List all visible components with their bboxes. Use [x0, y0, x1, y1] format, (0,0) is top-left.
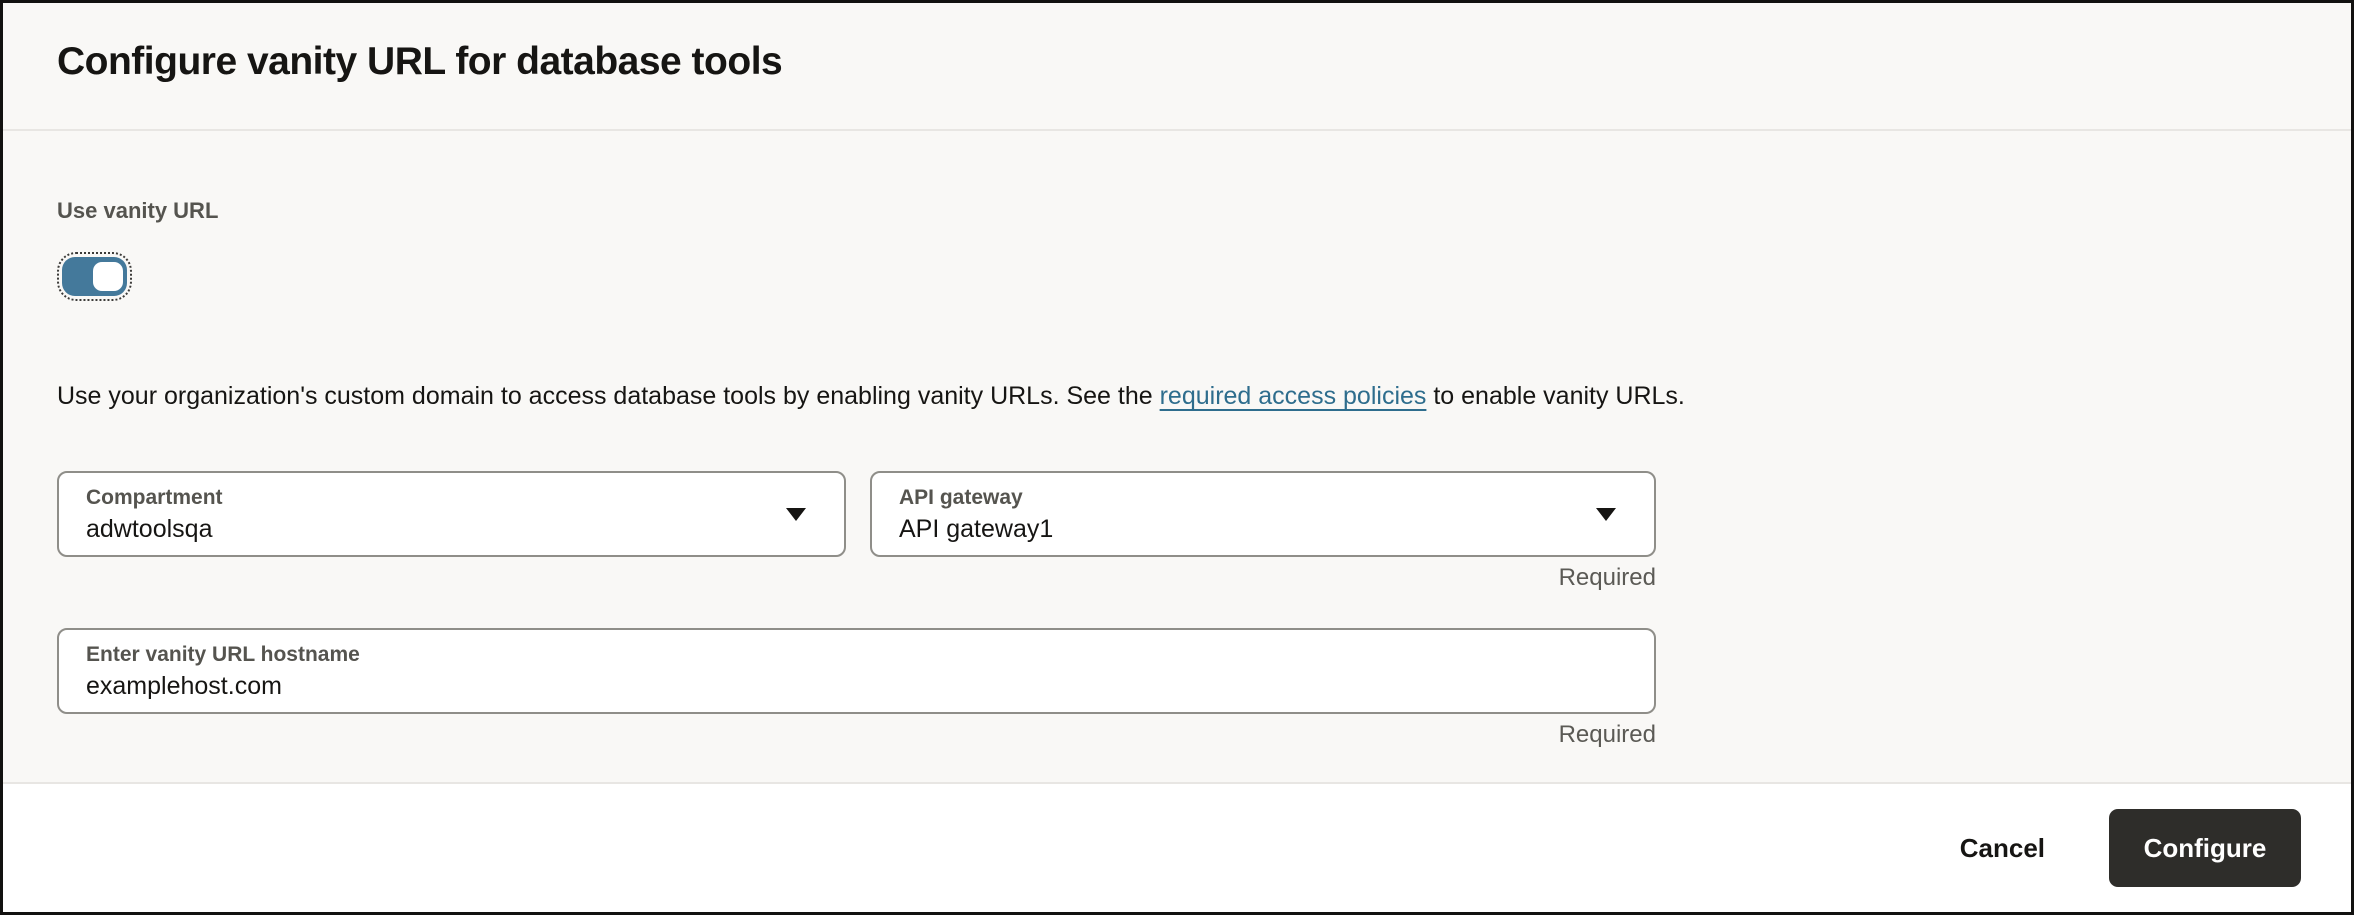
configure-vanity-url-dialog: Configure vanity URL for database tools …	[0, 0, 2354, 915]
cancel-button[interactable]: Cancel	[1954, 823, 2051, 874]
dialog-footer: Cancel Configure	[3, 782, 2351, 912]
page-title: Configure vanity URL for database tools	[57, 40, 782, 84]
api-gateway-select[interactable]: API gateway API gateway1	[870, 471, 1656, 557]
caret-down-icon	[1596, 508, 1616, 521]
selects-row: Compartment adwtoolsqa API gateway API g…	[57, 471, 2297, 557]
api-gateway-required-hint: Required	[57, 563, 1656, 593]
compartment-select[interactable]: Compartment adwtoolsqa	[57, 471, 846, 557]
vanity-url-hostname-input[interactable]: Enter vanity URL hostname examplehost.co…	[57, 628, 1656, 714]
api-gateway-value: API gateway1	[899, 514, 1584, 544]
description-text-before: Use your organization's custom domain to…	[57, 382, 1160, 410]
hostname-label: Enter vanity URL hostname	[86, 642, 1584, 668]
configure-button[interactable]: Configure	[2109, 809, 2301, 887]
use-vanity-url-label: Use vanity URL	[57, 197, 2297, 225]
use-vanity-url-toggle[interactable]	[57, 252, 132, 301]
vanity-url-description: Use your organization's custom domain to…	[57, 380, 2297, 413]
api-gateway-label: API gateway	[899, 485, 1584, 511]
dialog-body: Use vanity URL Use your organization's c…	[3, 131, 2351, 782]
required-access-policies-link[interactable]: required access policies	[1160, 382, 1427, 410]
toggle-knob	[93, 262, 123, 291]
hostname-value: examplehost.com	[86, 671, 1584, 701]
toggle-track	[62, 257, 127, 296]
dialog-header: Configure vanity URL for database tools	[3, 3, 2351, 131]
compartment-value: adwtoolsqa	[86, 514, 774, 544]
caret-down-icon	[786, 508, 806, 521]
hostname-required-hint: Required	[57, 720, 1656, 750]
description-text-after: to enable vanity URLs.	[1426, 382, 1684, 410]
compartment-label: Compartment	[86, 485, 774, 511]
